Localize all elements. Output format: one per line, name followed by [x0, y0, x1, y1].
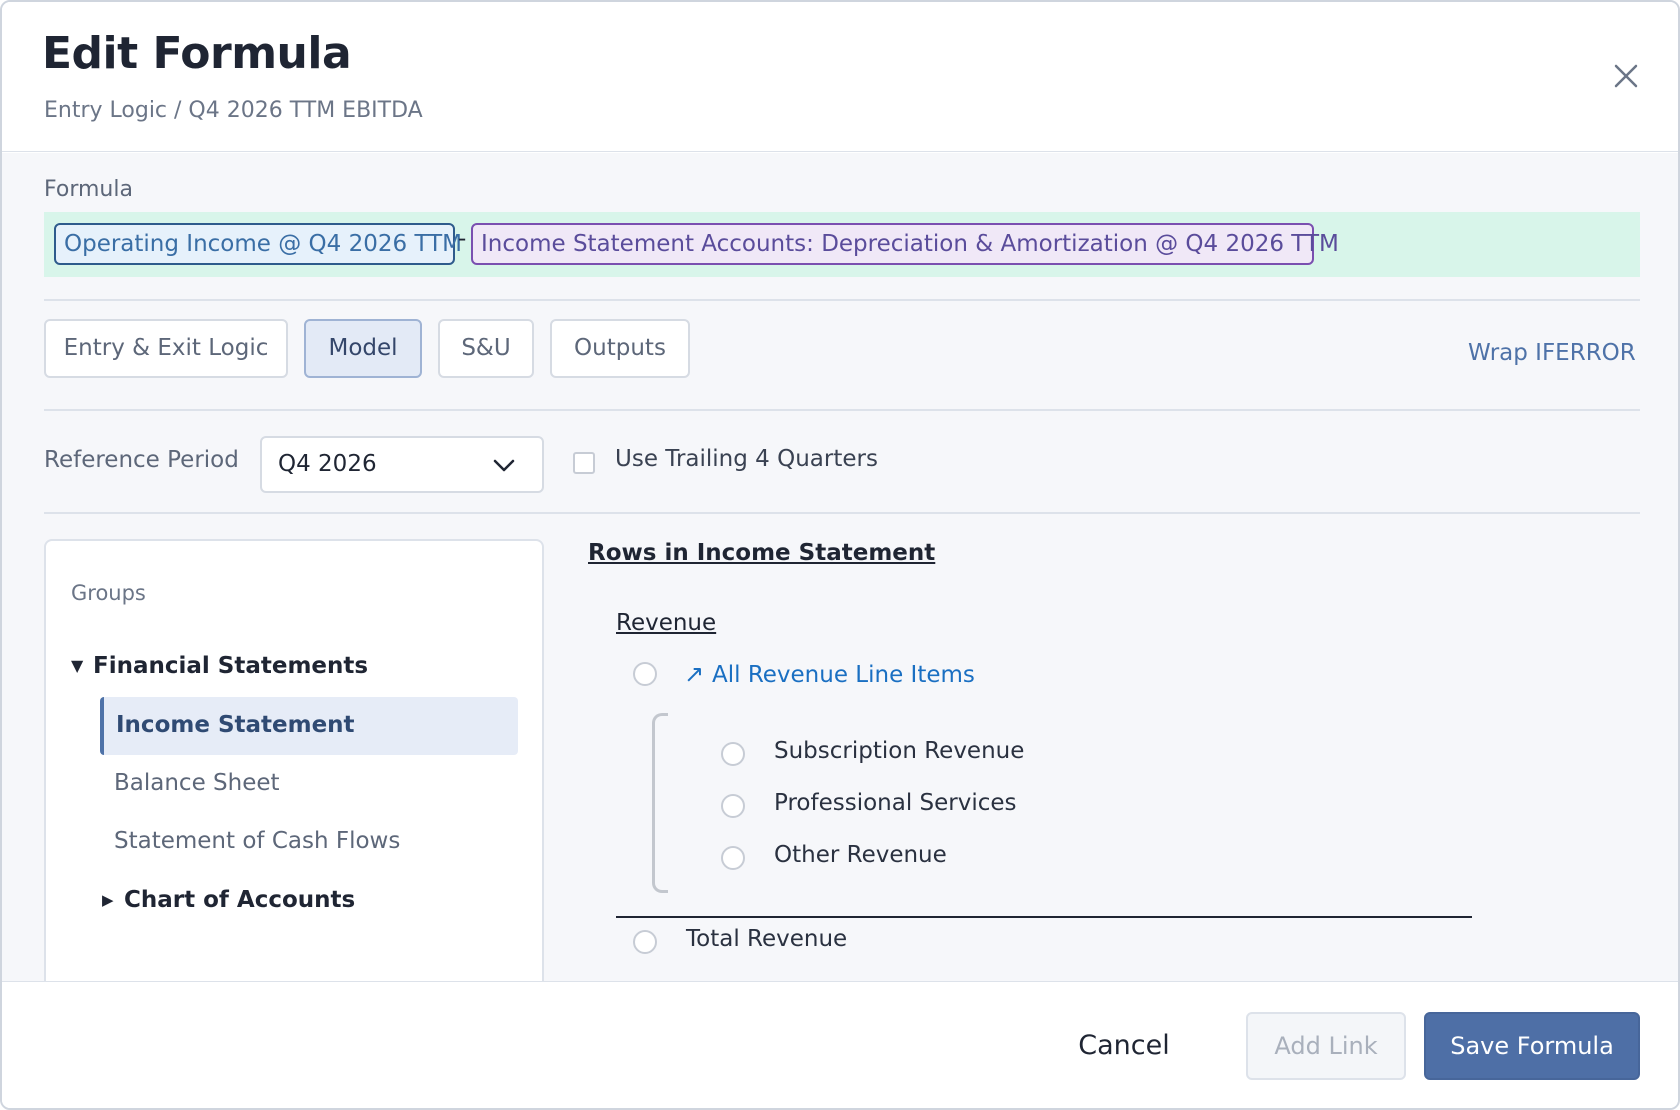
radio-professional-services[interactable] — [721, 794, 745, 818]
tree-chart-of-accounts[interactable]: ▶ Chart of Accounts — [102, 887, 355, 913]
formula-label: Formula — [44, 177, 133, 202]
add-link-button[interactable]: Add Link — [1246, 1012, 1406, 1080]
divider — [44, 409, 1640, 411]
formula-operator: - — [458, 226, 467, 252]
caret-right-icon: ▶ — [102, 891, 114, 909]
cancel-button[interactable]: Cancel — [1054, 1012, 1194, 1080]
trailing-quarters-label: Use Trailing 4 Quarters — [615, 446, 878, 472]
caret-down-icon: ▼ — [71, 656, 84, 675]
all-revenue-label: All Revenue Line Items — [712, 662, 975, 688]
arrow-up-right-icon: ↗ — [684, 660, 705, 688]
save-formula-button[interactable]: Save Formula — [1424, 1012, 1640, 1080]
radio-total-revenue[interactable] — [633, 930, 657, 954]
tree-collapsed-label: Chart of Accounts — [124, 887, 356, 913]
row-other-revenue: Other Revenue — [774, 842, 947, 868]
total-divider — [616, 916, 1472, 918]
tab-s-and-u[interactable]: S&U — [438, 319, 534, 378]
formula-editor[interactable]: Operating Income @ Q4 2026 TTM - Income … — [44, 212, 1640, 277]
close-icon — [1614, 64, 1638, 88]
close-button[interactable] — [1608, 58, 1644, 94]
chevron-down-icon — [493, 459, 515, 472]
divider — [44, 512, 1640, 514]
groups-panel: Groups ▼ Financial Statements Income Stat… — [44, 539, 544, 981]
group-cash-flows[interactable]: Statement of Cash Flows — [100, 813, 518, 871]
formula-token-depreciation[interactable]: Income Statement Accounts: Depreciation … — [471, 223, 1339, 265]
divider — [44, 299, 1640, 301]
tree-financial-statements[interactable]: ▼ Financial Statements — [71, 653, 368, 679]
reference-period-label: Reference Period — [44, 447, 239, 473]
dialog-title: Edit Formula — [42, 28, 352, 79]
dialog-header: Edit Formula Entry Logic / Q4 2026 TTM E… — [2, 2, 1678, 152]
reference-period-value: Q4 2026 — [278, 451, 377, 477]
tab-model[interactable]: Model — [304, 319, 422, 378]
groups-title: Groups — [71, 581, 146, 605]
rows-title: Rows in Income Statement — [588, 540, 936, 566]
reference-period-select[interactable]: Q4 2026 — [260, 436, 544, 493]
row-subscription-revenue: Subscription Revenue — [774, 738, 1025, 764]
wrap-iferror-link[interactable]: Wrap IFERROR — [1468, 340, 1636, 366]
group-income-statement[interactable]: Income Statement — [100, 697, 518, 755]
section-revenue: Revenue — [616, 610, 717, 636]
tab-outputs[interactable]: Outputs — [550, 319, 690, 378]
all-revenue-link[interactable]: ↗ All Revenue Line Items — [684, 660, 975, 688]
radio-subscription-revenue[interactable] — [721, 742, 745, 766]
formula-token-operating-income[interactable]: Operating Income @ Q4 2026 TTM — [54, 223, 462, 265]
trailing-quarters-checkbox[interactable] — [573, 452, 595, 474]
group-balance-sheet[interactable]: Balance Sheet — [100, 755, 518, 813]
dialog-body: Formula Operating Income @ Q4 2026 TTM -… — [2, 153, 1678, 981]
tab-entry-exit-logic[interactable]: Entry & Exit Logic — [44, 319, 288, 378]
breadcrumb: Entry Logic / Q4 2026 TTM EBITDA — [44, 98, 423, 123]
dialog-footer: Cancel Add Link Save Formula — [2, 981, 1678, 1108]
tree-parent-label: Financial Statements — [93, 653, 369, 679]
row-professional-services: Professional Services — [774, 790, 1017, 816]
edit-formula-dialog: Edit Formula Entry Logic / Q4 2026 TTM E… — [0, 0, 1680, 1110]
group-bracket — [652, 713, 668, 893]
row-total-revenue: Total Revenue — [686, 926, 848, 952]
radio-other-revenue[interactable] — [721, 846, 745, 870]
radio-all-revenue[interactable] — [633, 662, 657, 686]
